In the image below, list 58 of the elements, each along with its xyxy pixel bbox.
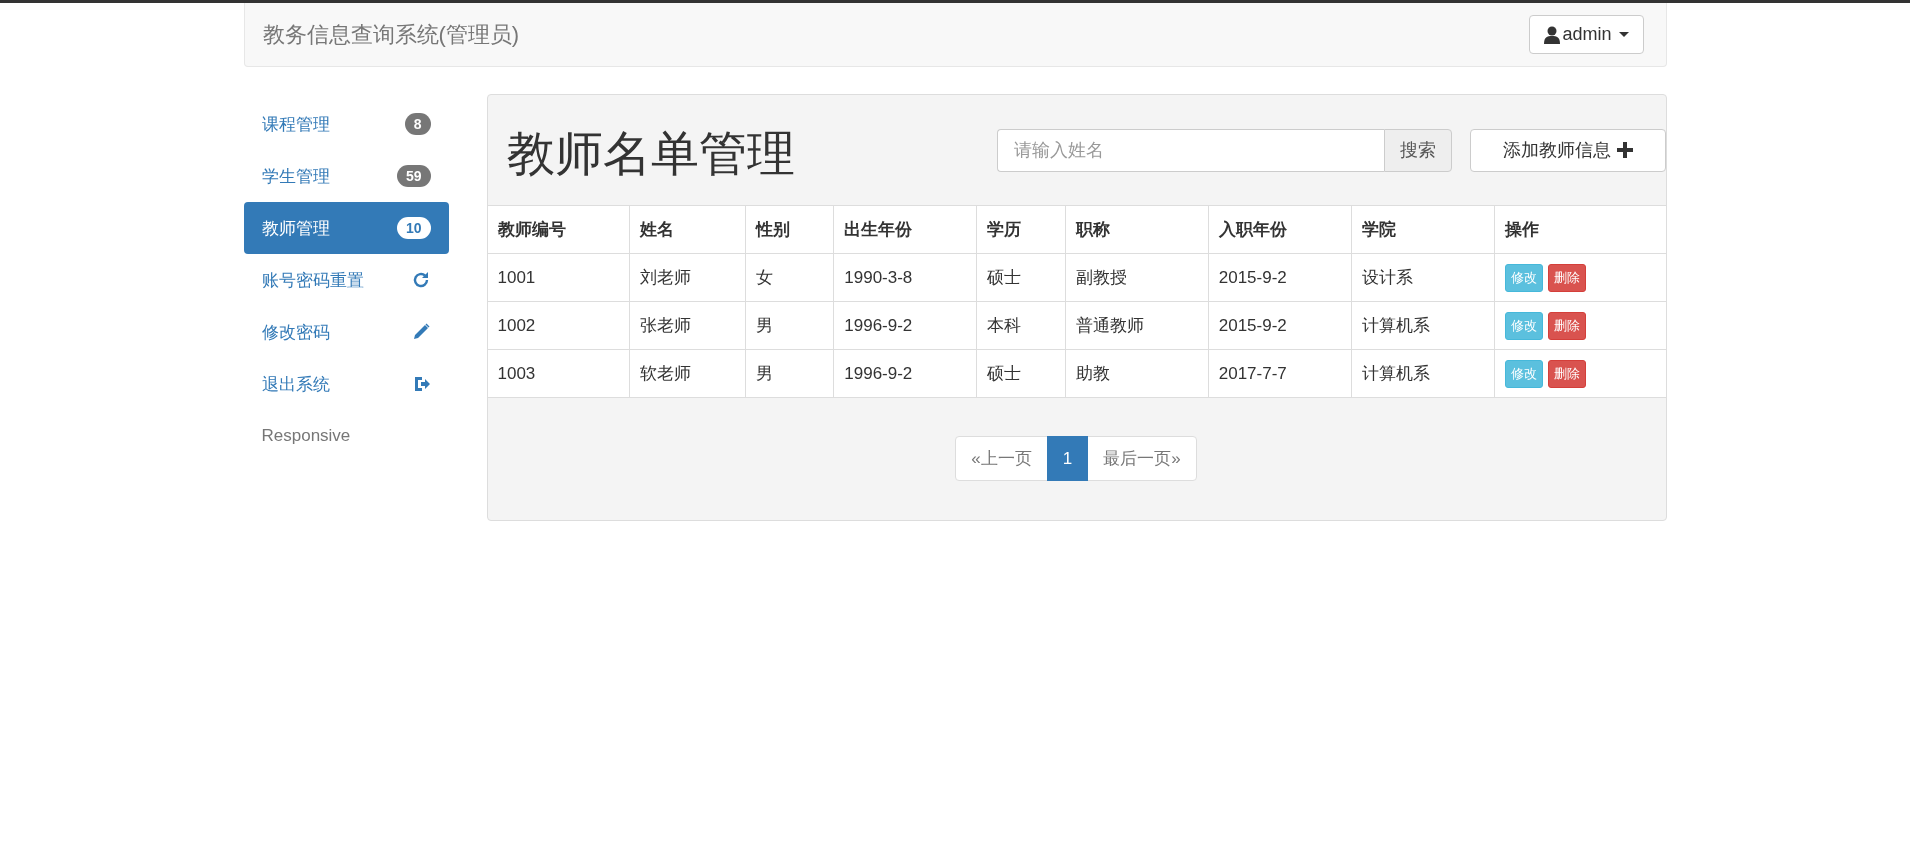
table-cell: 男 <box>745 301 834 350</box>
page-title: 教师名单管理 <box>506 126 796 182</box>
search-button[interactable]: 搜索 <box>1383 128 1452 172</box>
column-header: 出生年份 <box>833 205 977 254</box>
count-badge: 10 <box>396 217 431 239</box>
plus-icon <box>1616 142 1633 158</box>
user-icon <box>1544 25 1561 44</box>
table-cell: 1002 <box>487 301 630 350</box>
table-cell: 1001 <box>487 253 630 302</box>
table-cell: 计算机系 <box>1351 301 1495 350</box>
column-header: 入职年份 <box>1208 205 1352 254</box>
search-field[interactable]: 请输入姓名 <box>996 128 1384 172</box>
sidebar-item[interactable]: 教师管理 10 <box>243 202 449 254</box>
page-link[interactable]: 1 <box>1046 436 1089 481</box>
table-cell: 计算机系 <box>1351 349 1495 398</box>
delete-button[interactable]: 删除 <box>1547 263 1586 292</box>
column-header: 教师编号 <box>487 205 630 254</box>
count-badge: 8 <box>404 113 431 135</box>
table-cell: 2017-7-7 <box>1208 349 1352 398</box>
table-cell: 2015-9-2 <box>1208 301 1352 350</box>
table-cell: 1996-9-2 <box>833 301 977 350</box>
table-cell: 设计系 <box>1351 253 1495 302</box>
table-cell: 硕士 <box>976 253 1066 302</box>
column-header: 学历 <box>976 205 1066 254</box>
sidebar-item[interactable]: 修改密码 <box>243 306 449 358</box>
page-link[interactable]: «上一页 <box>955 436 1048 481</box>
column-header: 职称 <box>1065 205 1209 254</box>
table-cell: 1990-3-8 <box>833 253 977 302</box>
table-cell: 副教授 <box>1065 253 1209 302</box>
user-menu-button[interactable]: admin <box>1529 15 1644 54</box>
page-link[interactable]: 最后一页» <box>1087 436 1197 481</box>
table-cell: 女 <box>745 253 834 302</box>
table-cell: 助教 <box>1065 349 1209 398</box>
table-cell: 本科 <box>976 301 1066 350</box>
table-cell: 男 <box>745 349 834 398</box>
sidebar-item[interactable]: 退出系统 <box>243 358 449 410</box>
add-teacher-button[interactable]: 添加教师信息 <box>1469 128 1666 172</box>
column-header: 操作 <box>1494 205 1666 254</box>
app-title[interactable]: 教务信息查询系统(管理员) <box>262 19 520 50</box>
table-cell: 软老师 <box>629 349 746 398</box>
delete-button[interactable]: 删除 <box>1547 359 1586 388</box>
caret-icon <box>1618 32 1629 37</box>
sidebar-item[interactable]: Responsive <box>243 410 449 462</box>
sidebar-item[interactable]: 课程管理 8 <box>243 98 449 150</box>
table-cell: 2015-9-2 <box>1208 253 1352 302</box>
table-cell: 1003 <box>487 349 630 398</box>
count-badge: 59 <box>396 165 431 187</box>
sidebar-item[interactable]: 学生管理 59 <box>243 150 449 202</box>
column-header: 学院 <box>1351 205 1495 254</box>
table-cell: 1996-9-2 <box>833 349 977 398</box>
table-cell: 普通教师 <box>1065 301 1209 350</box>
delete-button[interactable]: 删除 <box>1547 311 1586 340</box>
column-header: 性别 <box>745 205 834 254</box>
table-cell: 刘老师 <box>629 253 746 302</box>
sidebar-item[interactable]: 账号密码重置 <box>243 254 449 306</box>
table-cell: 硕士 <box>976 349 1066 398</box>
table-cell: 张老师 <box>629 301 746 350</box>
column-header: 姓名 <box>629 205 746 254</box>
